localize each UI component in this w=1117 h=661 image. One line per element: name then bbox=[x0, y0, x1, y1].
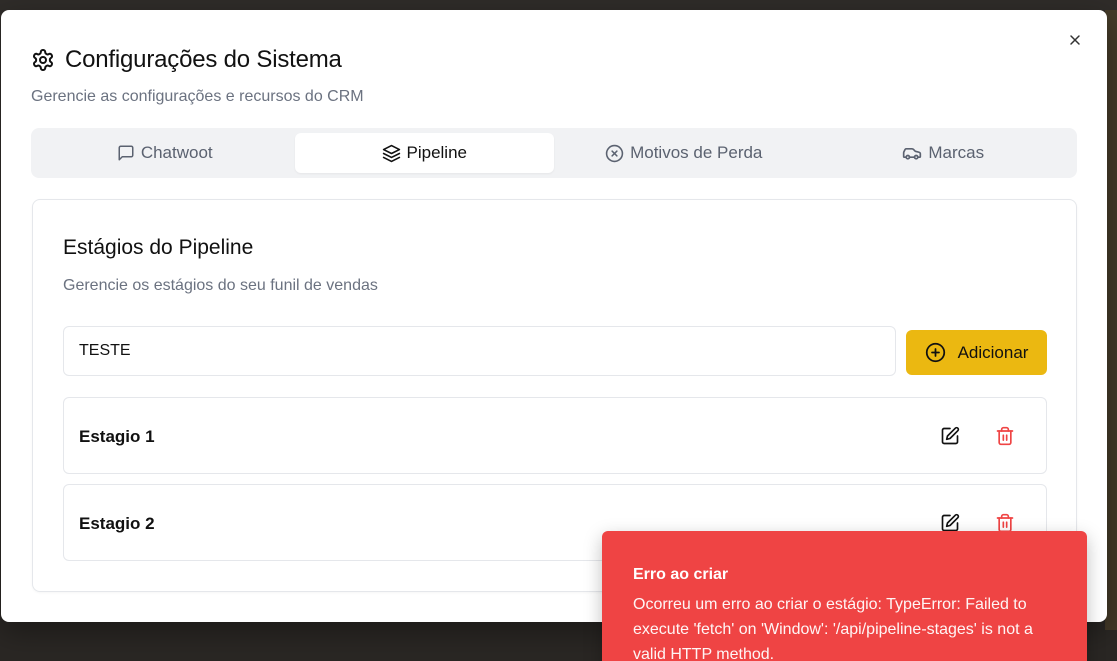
edit-stage-button[interactable] bbox=[938, 424, 962, 448]
new-stage-input[interactable] bbox=[63, 326, 896, 376]
car-icon bbox=[903, 148, 922, 160]
card-description: Gerencie os estágios do seu funil de ven… bbox=[63, 277, 378, 294]
message-square-icon bbox=[118, 145, 134, 161]
tab-label: Marcas bbox=[928, 143, 985, 162]
tab-chatwoot[interactable]: Chatwoot bbox=[35, 133, 295, 173]
x-circle-icon bbox=[605, 144, 624, 162]
card-title: Estágios do Pipeline bbox=[63, 236, 254, 259]
error-toast[interactable]: Erro ao criar Ocorreu um erro ao criar o… bbox=[602, 531, 1087, 661]
toast-title: Erro ao criar bbox=[633, 566, 729, 583]
dialog-subtitle: Gerencie as configurações e recursos do … bbox=[31, 88, 364, 105]
toast-message: Ocorreu um erro ao criar o estágio: Type… bbox=[633, 596, 1033, 661]
close-button[interactable] bbox=[1065, 30, 1085, 50]
tab-pipeline[interactable]: Pipeline bbox=[294, 133, 554, 173]
stage-name: Estagio 2 bbox=[79, 514, 155, 533]
edit-icon bbox=[941, 513, 960, 532]
trash-icon bbox=[996, 513, 1014, 533]
delete-stage-button[interactable] bbox=[993, 424, 1017, 448]
settings-tabs: Chatwoot Pipeline Motivos de Perda Marca… bbox=[31, 128, 1077, 178]
tab-marcas[interactable]: Marcas bbox=[814, 133, 1074, 173]
dialog-header: Configurações do Sistema Gerencie as con… bbox=[31, 46, 364, 106]
add-stage-button[interactable]: Adicionar bbox=[906, 330, 1047, 375]
layers-icon bbox=[382, 144, 400, 162]
stage-name: Estagio 1 bbox=[79, 427, 155, 446]
gear-icon bbox=[33, 49, 53, 71]
plus-circle-icon bbox=[925, 342, 945, 363]
edit-icon bbox=[941, 426, 960, 445]
tab-label: Pipeline bbox=[406, 143, 468, 162]
trash-icon bbox=[996, 426, 1014, 446]
tab-motivos-de-perda[interactable]: Motivos de Perda bbox=[554, 133, 814, 173]
tab-label: Motivos de Perda bbox=[630, 143, 763, 162]
add-stage-label: Adicionar bbox=[957, 342, 1029, 362]
stage-row: Estagio 1 bbox=[63, 397, 1047, 474]
dialog-title: Configurações do Sistema bbox=[65, 46, 342, 73]
tab-label: Chatwoot bbox=[140, 143, 213, 162]
close-icon bbox=[1070, 35, 1080, 45]
